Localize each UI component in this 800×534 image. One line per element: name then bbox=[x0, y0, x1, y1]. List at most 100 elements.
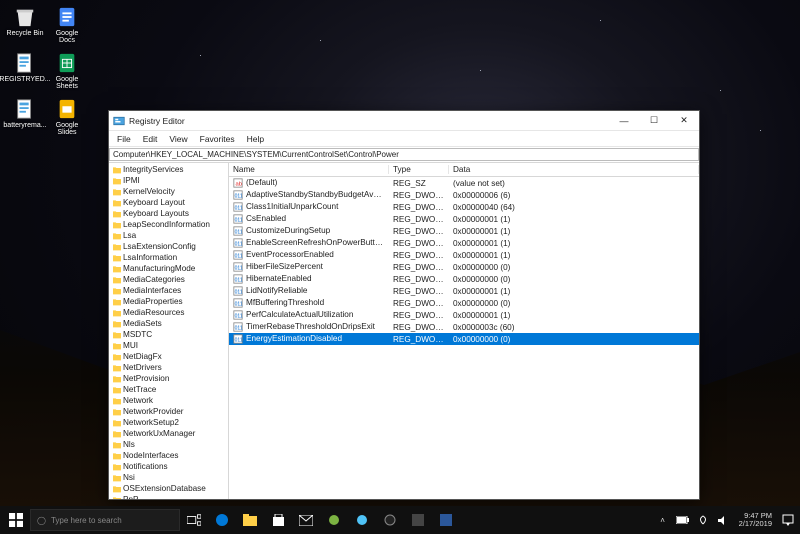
tree-item[interactable]: IPMI bbox=[111, 175, 228, 186]
folder-icon bbox=[113, 474, 121, 482]
tree-item-label: Network bbox=[123, 395, 153, 406]
task-view-button[interactable] bbox=[180, 506, 208, 534]
tree-item[interactable]: Nsi bbox=[111, 472, 228, 483]
taskbar-store-icon[interactable] bbox=[264, 506, 292, 534]
list-row[interactable]: ab(Default)REG_SZ(value not set) bbox=[229, 177, 699, 189]
close-button[interactable]: ✕ bbox=[669, 111, 699, 131]
list-row[interactable]: 011EventProcessorEnabledREG_DWORD0x00000… bbox=[229, 249, 699, 261]
tree-item[interactable]: Nls bbox=[111, 439, 228, 450]
folder-icon bbox=[113, 254, 121, 262]
tree-item[interactable]: MediaSets bbox=[111, 318, 228, 329]
desktop-icons: Recycle Bin Google Docs REGISTRYED...Googl… bbox=[6, 6, 86, 136]
desktop-icon[interactable]: Google Slides bbox=[48, 98, 86, 136]
desktop-icon[interactable]: Google Docs bbox=[48, 6, 86, 44]
tree-item[interactable]: NetworkProvider bbox=[111, 406, 228, 417]
tree-item[interactable]: OSExtensionDatabase bbox=[111, 483, 228, 494]
list-body: ab(Default)REG_SZ(value not set)011Adapt… bbox=[229, 177, 699, 345]
tree-item[interactable]: Notifications bbox=[111, 461, 228, 472]
value-name: HibernateEnabled bbox=[246, 274, 312, 283]
tree-item[interactable]: Keyboard Layout bbox=[111, 197, 228, 208]
tray-volume-icon[interactable] bbox=[713, 506, 733, 534]
list-row[interactable]: 011CsEnabledREG_DWORD0x00000001 (1) bbox=[229, 213, 699, 225]
tree-item[interactable]: NetDrivers bbox=[111, 362, 228, 373]
taskbar-explorer-icon[interactable] bbox=[236, 506, 264, 534]
tree-item[interactable]: NetDiagFx bbox=[111, 351, 228, 362]
desktop-icon[interactable]: Google Sheets bbox=[48, 52, 86, 90]
taskbar: ◯ Type here to search ˄ 9:47 PM 2/17/201… bbox=[0, 506, 800, 534]
list-row[interactable]: 011MfBufferingThresholdREG_DWORD0x000000… bbox=[229, 297, 699, 309]
menu-favorites[interactable]: Favorites bbox=[194, 132, 241, 146]
value-type: REG_DWORD bbox=[389, 287, 449, 296]
maximize-button[interactable]: ☐ bbox=[639, 111, 669, 131]
taskbar-clock[interactable]: 9:47 PM 2/17/2019 bbox=[733, 512, 778, 529]
tree-item[interactable]: LsaInformation bbox=[111, 252, 228, 263]
list-row[interactable]: 011HiberFileSizePercentREG_DWORD0x000000… bbox=[229, 261, 699, 273]
list-row[interactable]: 011LidNotifyReliableREG_DWORD0x00000001 … bbox=[229, 285, 699, 297]
menu-view[interactable]: View bbox=[163, 132, 193, 146]
col-data[interactable]: Data bbox=[449, 165, 699, 174]
value-name: EnableScreenRefreshOnPowerButtonLon... bbox=[246, 238, 389, 247]
col-name[interactable]: Name bbox=[229, 165, 389, 174]
search-box[interactable]: ◯ Type here to search bbox=[30, 509, 180, 531]
notifications-button[interactable] bbox=[778, 506, 798, 534]
tree-item[interactable]: MSDTC bbox=[111, 329, 228, 340]
tree-item[interactable]: MediaInterfaces bbox=[111, 285, 228, 296]
list-row[interactable]: 011TimerRebaseThresholdOnDripsExitREG_DW… bbox=[229, 321, 699, 333]
taskbar-edge-icon[interactable] bbox=[208, 506, 236, 534]
tree-pane[interactable]: IntegrityServicesIPMIKernelVelocityKeybo… bbox=[109, 163, 229, 499]
taskbar-app2-icon[interactable] bbox=[348, 506, 376, 534]
tree-item[interactable]: MUI bbox=[111, 340, 228, 351]
folder-icon bbox=[113, 166, 121, 174]
list-row[interactable]: 011HibernateEnabledREG_DWORD0x00000000 (… bbox=[229, 273, 699, 285]
tree-item[interactable]: NetProvision bbox=[111, 373, 228, 384]
menu-edit[interactable]: Edit bbox=[137, 132, 164, 146]
tree-item[interactable]: LeapSecondInformation bbox=[111, 219, 228, 230]
menu-file[interactable]: File bbox=[111, 132, 137, 146]
list-row[interactable]: 011Class1InitialUnparkCountREG_DWORD0x00… bbox=[229, 201, 699, 213]
start-button[interactable] bbox=[2, 506, 30, 534]
list-row[interactable]: 011AdaptiveStandbyStandbyBudgetAvgInter.… bbox=[229, 189, 699, 201]
value-type: REG_DWORD bbox=[389, 239, 449, 248]
tree-item[interactable]: NetworkUxManager bbox=[111, 428, 228, 439]
tree-item[interactable]: NetTrace bbox=[111, 384, 228, 395]
list-row[interactable]: 011PerfCalculateActualUtilizationREG_DWO… bbox=[229, 309, 699, 321]
tree-item[interactable]: MediaCategories bbox=[111, 274, 228, 285]
tree-item[interactable]: Lsa bbox=[111, 230, 228, 241]
list-row[interactable]: 011EnableScreenRefreshOnPowerButtonLon..… bbox=[229, 237, 699, 249]
tray-wifi-icon[interactable] bbox=[693, 506, 713, 534]
tree-item[interactable]: Keyboard Layouts bbox=[111, 208, 228, 219]
tree-item[interactable]: KernelVelocity bbox=[111, 186, 228, 197]
taskbar-app-icon[interactable] bbox=[320, 506, 348, 534]
titlebar[interactable]: Registry Editor — ☐ ✕ bbox=[109, 111, 699, 131]
tray-battery-icon[interactable] bbox=[673, 506, 693, 534]
tray-chevron-icon[interactable]: ˄ bbox=[653, 506, 673, 534]
desktop-icon[interactable]: batteryrema... bbox=[6, 98, 44, 136]
desktop-icon[interactable]: REGISTRYED... bbox=[6, 52, 44, 90]
list-row[interactable]: 011EnergyEstimationDisabledREG_DWORD0x00… bbox=[229, 333, 699, 345]
tree-item[interactable]: NodeInterfaces bbox=[111, 450, 228, 461]
desktop-icon-label: Google Docs bbox=[48, 30, 86, 44]
tree-item[interactable]: LsaExtensionConfig bbox=[111, 241, 228, 252]
tree-item[interactable]: PnP bbox=[111, 494, 228, 499]
value-name: PerfCalculateActualUtilization bbox=[246, 310, 353, 319]
tree-item[interactable]: ManufacturingMode bbox=[111, 263, 228, 274]
address-input[interactable] bbox=[109, 148, 699, 161]
list-header[interactable]: Name Type Data bbox=[229, 163, 699, 177]
tree-item[interactable]: MediaResources bbox=[111, 307, 228, 318]
tree-item[interactable]: Network bbox=[111, 395, 228, 406]
list-row[interactable]: 011CustomizeDuringSetupREG_DWORD0x000000… bbox=[229, 225, 699, 237]
desktop-icon[interactable]: Recycle Bin bbox=[6, 6, 44, 44]
taskbar-app3-icon[interactable] bbox=[404, 506, 432, 534]
tree-item[interactable]: NetworkSetup2 bbox=[111, 417, 228, 428]
col-type[interactable]: Type bbox=[389, 165, 449, 174]
menu-help[interactable]: Help bbox=[241, 132, 270, 146]
taskbar-steam-icon[interactable] bbox=[376, 506, 404, 534]
svg-text:011: 011 bbox=[235, 194, 243, 200]
tree-item[interactable]: MediaProperties bbox=[111, 296, 228, 307]
tree-item-label: Keyboard Layout bbox=[123, 197, 185, 208]
taskbar-mail-icon[interactable] bbox=[292, 506, 320, 534]
taskbar-word-icon[interactable] bbox=[432, 506, 460, 534]
list-pane[interactable]: Name Type Data ab(Default)REG_SZ(value n… bbox=[229, 163, 699, 499]
tree-item[interactable]: IntegrityServices bbox=[111, 164, 228, 175]
minimize-button[interactable]: — bbox=[609, 111, 639, 131]
